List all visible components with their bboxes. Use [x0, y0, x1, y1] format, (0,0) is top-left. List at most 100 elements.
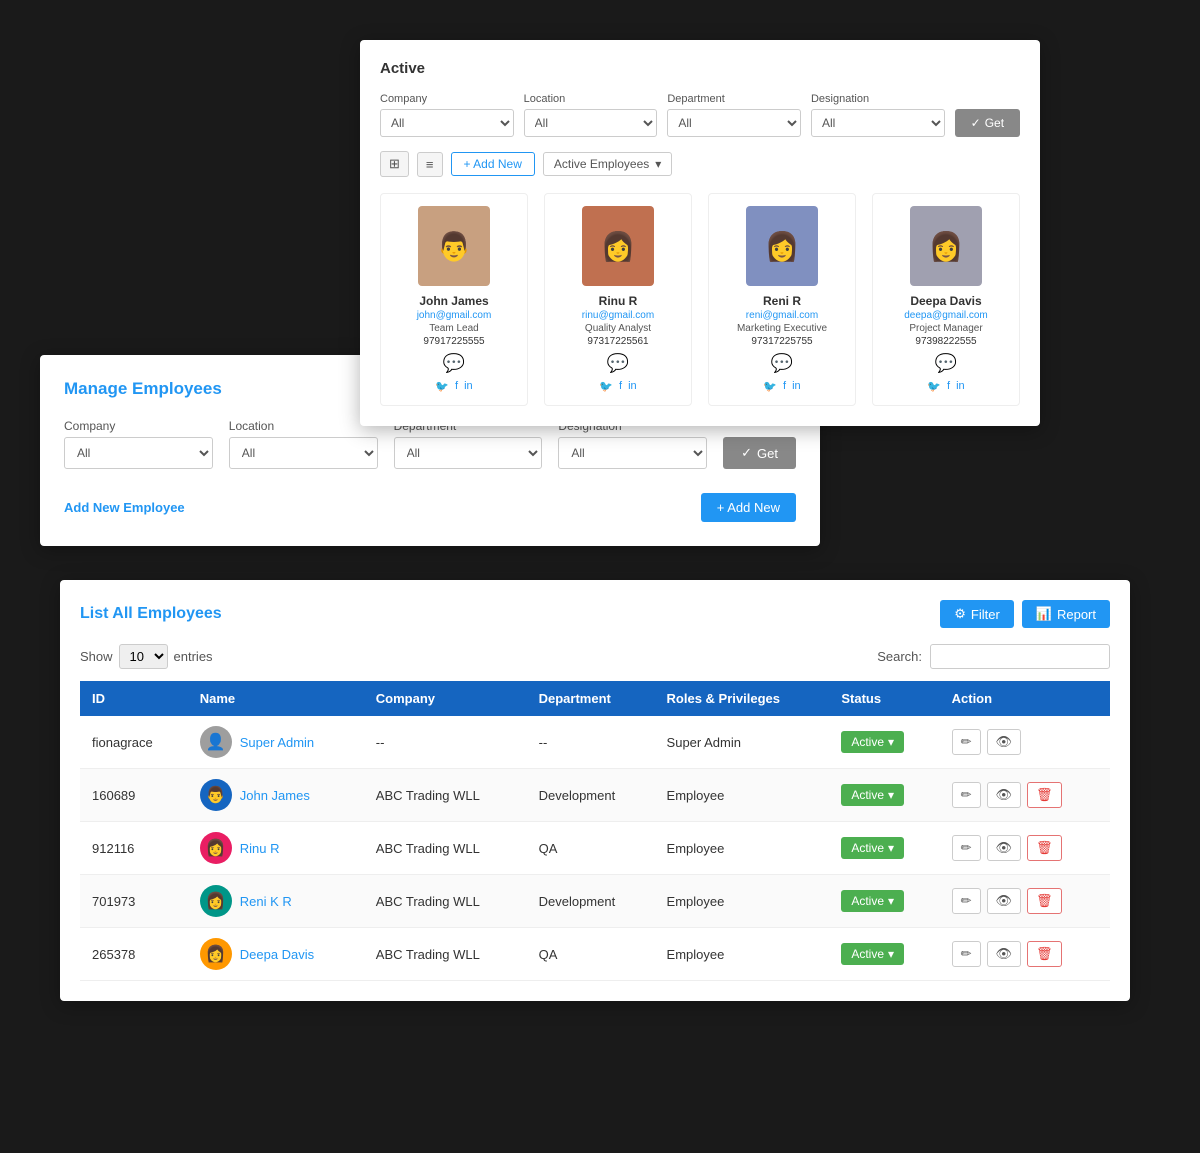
- emp-role-2: Marketing Executive: [717, 323, 847, 334]
- col-action: Action: [940, 681, 1110, 716]
- card-get-button[interactable]: ✓ Get: [955, 109, 1020, 137]
- facebook-icon-3[interactable]: f: [947, 380, 950, 393]
- linkedin-icon-3[interactable]: in: [956, 380, 965, 393]
- linkedin-icon-2[interactable]: in: [792, 380, 801, 393]
- card-company-filter: Company All: [380, 93, 514, 137]
- linkedin-icon-0[interactable]: in: [464, 380, 473, 393]
- status-badge-3[interactable]: Active ▾: [841, 890, 904, 912]
- cell-action-4: ✏ 👁 🗑: [940, 928, 1110, 981]
- chevron-icon-1: ▾: [888, 788, 894, 802]
- twitter-icon-3[interactable]: 🐦: [927, 380, 941, 393]
- cell-status-0: Active ▾: [829, 716, 939, 769]
- card-location-filter: Location All: [524, 93, 658, 137]
- status-badge-4[interactable]: Active ▾: [841, 943, 904, 965]
- cell-roles-4: Employee: [655, 928, 830, 981]
- card-company-select[interactable]: All: [380, 109, 514, 137]
- search-row: Search:: [877, 644, 1110, 669]
- cell-company-2: ABC Trading WLL: [364, 822, 527, 875]
- card-location-select[interactable]: All: [524, 109, 658, 137]
- status-dropdown[interactable]: Active Employees ▾: [543, 152, 672, 176]
- status-badge-0[interactable]: Active ▾: [841, 731, 904, 753]
- card-filter-row: Company All Location All Department All …: [380, 93, 1020, 137]
- card-department-select[interactable]: All: [667, 109, 801, 137]
- col-id: ID: [80, 681, 188, 716]
- edit-button-3[interactable]: ✏: [952, 888, 981, 914]
- emp-name-link-2[interactable]: Rinu R: [240, 841, 280, 856]
- edit-button-4[interactable]: ✏: [952, 941, 981, 967]
- edit-button-1[interactable]: ✏: [952, 782, 981, 808]
- add-employee-row: Add New Employee + Add New: [64, 493, 796, 522]
- card-designation-select[interactable]: All: [811, 109, 945, 137]
- manage-designation-select[interactable]: All: [558, 437, 707, 469]
- emp-phone-3: 97398222555: [881, 336, 1011, 347]
- delete-button-4[interactable]: 🗑: [1027, 941, 1062, 967]
- card-department-filter: Department All: [667, 93, 801, 137]
- facebook-icon-1[interactable]: f: [619, 380, 622, 393]
- emp-card-3: 👩 Deepa Davis deepa@gmail.com Project Ma…: [872, 193, 1020, 406]
- emp-name-link-0[interactable]: Super Admin: [240, 735, 314, 750]
- view-button-1[interactable]: 👁: [987, 782, 1022, 808]
- report-button[interactable]: 📊 Report: [1022, 600, 1110, 628]
- facebook-icon-0[interactable]: f: [455, 380, 458, 393]
- table-row: 160689 👨 John James ABC Trading WLL Deve…: [80, 769, 1110, 822]
- entries-select[interactable]: 10 25 50: [119, 644, 168, 669]
- list-view-button[interactable]: ≡: [417, 152, 443, 177]
- grid-view-button[interactable]: ⊞: [380, 151, 409, 177]
- emp-name-1: Rinu R: [553, 294, 683, 308]
- emp-name-link-4[interactable]: Deepa Davis: [240, 947, 314, 962]
- cell-department-1: Development: [527, 769, 655, 822]
- search-input[interactable]: [930, 644, 1110, 669]
- emp-name-2: Reni R: [717, 294, 847, 308]
- delete-button-3[interactable]: 🗑: [1027, 888, 1062, 914]
- emp-name-link-3[interactable]: Reni K R: [240, 894, 292, 909]
- social-icons-2: 🐦 f in: [717, 380, 847, 393]
- edit-button-2[interactable]: ✏: [952, 835, 981, 861]
- cell-name-0: 👤 Super Admin: [188, 716, 364, 769]
- manage-company-select[interactable]: All: [64, 437, 213, 469]
- card-designation-label: Designation: [811, 93, 945, 105]
- manage-location-label: Location: [229, 419, 378, 433]
- emp-name-3: Deepa Davis: [881, 294, 1011, 308]
- chevron-down-icon: ▾: [655, 157, 661, 171]
- emp-avatar-sm-4: 👩: [200, 938, 232, 970]
- facebook-icon-2[interactable]: f: [783, 380, 786, 393]
- cell-name-1: 👨 John James: [188, 769, 364, 822]
- emp-phone-1: 97317225561: [553, 336, 683, 347]
- view-button-0[interactable]: 👁: [987, 729, 1022, 755]
- filter-icon: ⚙: [954, 606, 966, 622]
- card-toolbar: ⊞ ≡ + Add New Active Employees ▾: [380, 151, 1020, 177]
- list-all-employees-panel: List All Employees ⚙ Filter 📊 Report Sho…: [60, 580, 1130, 1001]
- cell-status-3: Active ▾: [829, 875, 939, 928]
- view-button-4[interactable]: 👁: [987, 941, 1022, 967]
- delete-button-1[interactable]: 🗑: [1027, 782, 1062, 808]
- view-button-2[interactable]: 👁: [987, 835, 1022, 861]
- twitter-icon-2[interactable]: 🐦: [763, 380, 777, 393]
- manage-department-select[interactable]: All: [394, 437, 543, 469]
- status-badge-2[interactable]: Active ▾: [841, 837, 904, 859]
- emp-avatar-sm-1: 👨: [200, 779, 232, 811]
- emp-card-2: 👩 Reni R reni@gmail.com Marketing Execut…: [708, 193, 856, 406]
- manage-get-button[interactable]: ✓ Get: [723, 437, 796, 469]
- add-new-employee-button[interactable]: + Add New: [701, 493, 796, 522]
- emp-avatar-1: 👩: [582, 206, 654, 286]
- active-card-panel: Active Company All Location All Departme…: [360, 40, 1040, 426]
- status-badge-1[interactable]: Active ▾: [841, 784, 904, 806]
- linkedin-icon-1[interactable]: in: [628, 380, 637, 393]
- emp-name-link-1[interactable]: John James: [240, 788, 310, 803]
- manage-location-select[interactable]: All: [229, 437, 378, 469]
- col-roles: Roles & Privileges: [655, 681, 830, 716]
- table-controls: Show 10 25 50 entries Search:: [80, 644, 1110, 669]
- emp-avatar-sm-0: 👤: [200, 726, 232, 758]
- cell-department-4: QA: [527, 928, 655, 981]
- twitter-icon-1[interactable]: 🐦: [599, 380, 613, 393]
- view-button-3[interactable]: 👁: [987, 888, 1022, 914]
- edit-button-0[interactable]: ✏: [952, 729, 981, 755]
- cell-id-3: 701973: [80, 875, 188, 928]
- card-add-new-button[interactable]: + Add New: [451, 152, 535, 176]
- delete-button-2[interactable]: 🗑: [1027, 835, 1062, 861]
- twitter-icon-0[interactable]: 🐦: [435, 380, 449, 393]
- social-icons-0: 🐦 f in: [389, 380, 519, 393]
- filter-button[interactable]: ⚙ Filter: [940, 600, 1014, 628]
- card-panel-title: Active: [380, 60, 1020, 77]
- emp-role-0: Team Lead: [389, 323, 519, 334]
